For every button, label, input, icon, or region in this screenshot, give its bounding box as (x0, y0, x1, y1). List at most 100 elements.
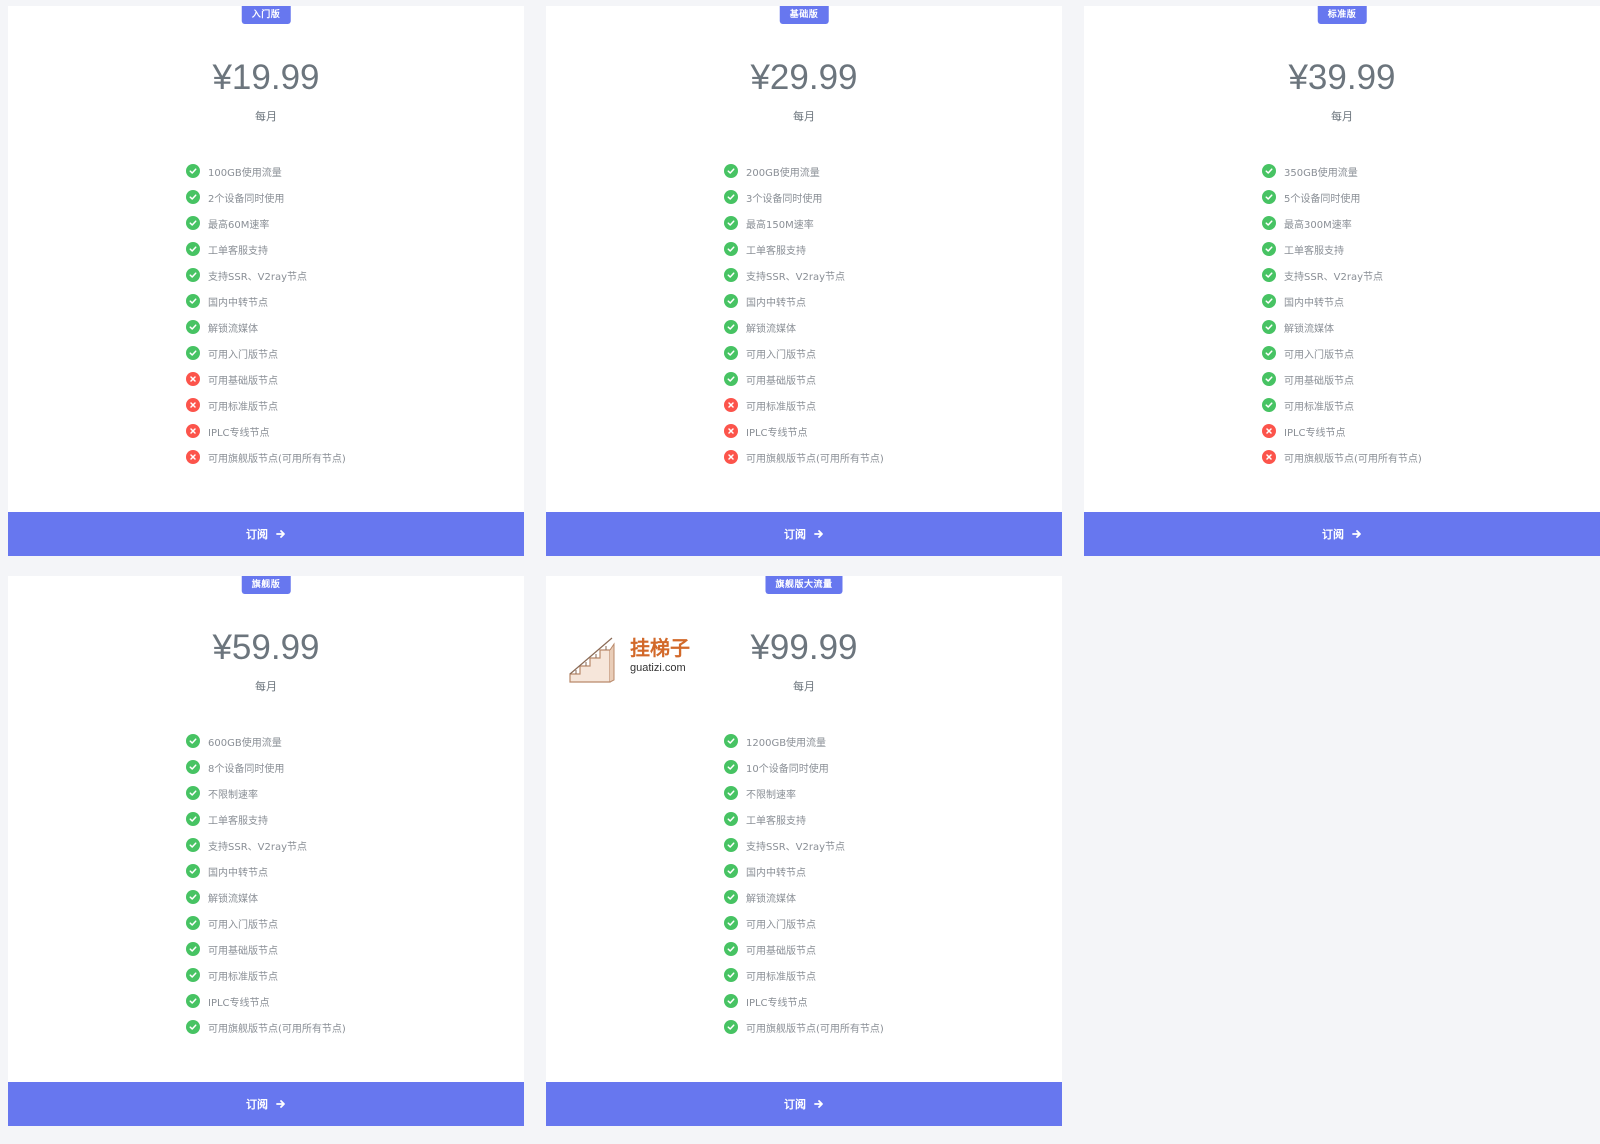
feature-item: 可用旗舰版节点(可用所有节点) (186, 1014, 346, 1040)
plan-period: 每月 (1331, 110, 1353, 123)
subscribe-button[interactable]: 订阅 (8, 512, 524, 556)
feature-item: 不限制速率 (186, 780, 346, 806)
check-circle-icon (724, 786, 738, 800)
arrow-right-icon (276, 529, 286, 539)
subscribe-button[interactable]: 订阅 (546, 1082, 1062, 1126)
check-circle-icon (724, 372, 738, 386)
feature-text: 可用旗舰版节点(可用所有节点) (208, 453, 346, 465)
feature-item: 国内中转节点 (186, 288, 346, 314)
check-circle-icon (724, 320, 738, 334)
feature-text: 350GB使用流量 (1284, 167, 1358, 179)
check-circle-icon (186, 786, 200, 800)
arrow-right-icon (1352, 529, 1362, 539)
feature-item: 8个设备同时使用 (186, 754, 346, 780)
check-circle-icon (1262, 164, 1276, 178)
feature-text: 支持SSR、V2ray节点 (746, 841, 846, 853)
feature-item: IPLC专线节点 (186, 988, 346, 1014)
check-circle-icon (186, 994, 200, 1008)
check-circle-icon (186, 942, 200, 956)
subscribe-button[interactable]: 订阅 (1084, 512, 1600, 556)
feature-item: 国内中转节点 (186, 858, 346, 884)
feature-item: IPLC专线节点 (724, 418, 884, 444)
feature-text: 工单客服支持 (208, 815, 268, 827)
subscribe-button[interactable]: 订阅 (546, 512, 1062, 556)
x-circle-icon (1262, 424, 1276, 438)
feature-item: 支持SSR、V2ray节点 (186, 832, 346, 858)
feature-text: IPLC专线节点 (746, 427, 808, 439)
feature-item: 工单客服支持 (724, 236, 884, 262)
feature-item: 200GB使用流量 (724, 158, 884, 184)
feature-item: 可用标准版节点 (186, 962, 346, 988)
x-circle-icon (186, 450, 200, 464)
plan-price: ¥99.99 (750, 628, 858, 667)
check-circle-icon (724, 242, 738, 256)
check-circle-icon (186, 268, 200, 282)
feature-item: 支持SSR、V2ray节点 (724, 832, 884, 858)
feature-text: 可用基础版节点 (208, 375, 278, 387)
feature-item: 可用基础版节点 (1262, 366, 1422, 392)
feature-item: 工单客服支持 (1262, 236, 1422, 262)
feature-text: 可用入门版节点 (1284, 349, 1354, 361)
check-circle-icon (186, 216, 200, 230)
feature-text: 可用入门版节点 (746, 349, 816, 361)
pricing-card: 标准版 ¥39.99 每月 350GB使用流量 5个设备同时使用 最高300M速率工… (1084, 6, 1600, 556)
feature-text: 国内中转节点 (208, 867, 268, 879)
feature-text: 可用标准版节点 (746, 401, 816, 413)
feature-text: 国内中转节点 (746, 867, 806, 879)
feature-text: 最高150M速率 (746, 219, 814, 231)
check-circle-icon (186, 838, 200, 852)
feature-text: 1200GB使用流量 (746, 737, 827, 749)
feature-text: 10个设备同时使用 (746, 763, 829, 775)
feature-text: 国内中转节点 (208, 297, 268, 309)
check-circle-icon (186, 812, 200, 826)
arrow-right-icon (814, 1099, 824, 1109)
check-circle-icon (724, 916, 738, 930)
check-circle-icon (724, 812, 738, 826)
feature-text: 解锁流媒体 (1284, 323, 1334, 335)
feature-item: 工单客服支持 (186, 236, 346, 262)
subscribe-label: 订阅 (784, 528, 806, 541)
check-circle-icon (724, 1020, 738, 1034)
feature-item: 10个设备同时使用 (724, 754, 884, 780)
check-circle-icon (186, 760, 200, 774)
check-circle-icon (724, 890, 738, 904)
feature-item: 最高150M速率 (724, 210, 884, 236)
plan-period: 每月 (793, 110, 815, 123)
feature-text: 不限制速率 (746, 789, 796, 801)
feature-item: 1200GB使用流量 (724, 728, 884, 754)
feature-text: 可用基础版节点 (746, 375, 816, 387)
check-circle-icon (1262, 398, 1276, 412)
feature-text: 工单客服支持 (746, 815, 806, 827)
pricing-card: 旗舰版 ¥59.99 每月 600GB使用流量 8个设备同时使用 不限制速率 工单客服… (8, 576, 524, 1126)
plan-badge: 标准版 (1317, 6, 1367, 24)
feature-item: 可用标准版节点 (724, 392, 884, 418)
feature-item: 可用基础版节点 (186, 366, 346, 392)
check-circle-icon (186, 734, 200, 748)
feature-text: 国内中转节点 (746, 297, 806, 309)
feature-item: 工单客服支持 (724, 806, 884, 832)
feature-text: 3个设备同时使用 (746, 193, 823, 205)
feature-item: 可用基础版节点 (186, 936, 346, 962)
feature-item: 可用入门版节点 (186, 910, 346, 936)
feature-text: 工单客服支持 (208, 245, 268, 257)
feature-text: 支持SSR、V2ray节点 (208, 271, 308, 283)
check-circle-icon (186, 1020, 200, 1034)
feature-item: 可用标准版节点 (186, 392, 346, 418)
feature-item: 可用入门版节点 (724, 340, 884, 366)
check-circle-icon (724, 164, 738, 178)
feature-item: 可用旗舰版节点(可用所有节点) (1262, 444, 1422, 470)
check-circle-icon (186, 190, 200, 204)
feature-text: 可用旗舰版节点(可用所有节点) (746, 1023, 884, 1035)
feature-item: 350GB使用流量 (1262, 158, 1422, 184)
feature-text: 可用旗舰版节点(可用所有节点) (746, 453, 884, 465)
feature-list: 600GB使用流量 8个设备同时使用 不限制速率 工单客服支持 支持SSR、V2ray节… (186, 728, 346, 1040)
feature-item: 解锁流媒体 (186, 884, 346, 910)
feature-item: IPLC专线节点 (186, 418, 346, 444)
feature-item: 国内中转节点 (724, 858, 884, 884)
check-circle-icon (1262, 242, 1276, 256)
feature-text: 可用入门版节点 (208, 349, 278, 361)
check-circle-icon (724, 942, 738, 956)
subscribe-button[interactable]: 订阅 (8, 1082, 524, 1126)
feature-item: 可用旗舰版节点(可用所有节点) (724, 444, 884, 470)
x-circle-icon (724, 424, 738, 438)
